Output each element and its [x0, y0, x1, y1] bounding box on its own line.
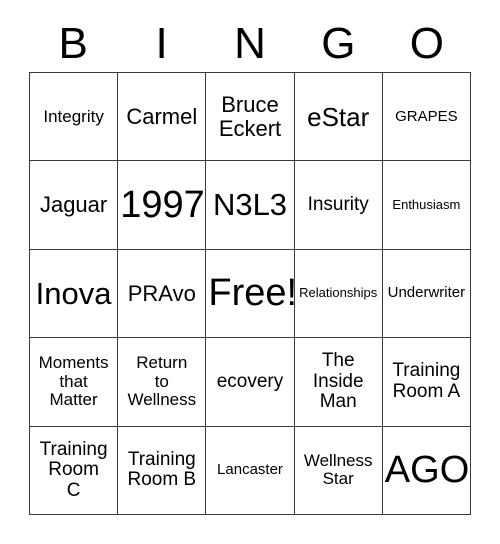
bingo-cell-label: Jaguar — [39, 192, 108, 218]
bingo-free-space-cell[interactable]: Free! — [206, 249, 295, 339]
bingo-cell-label: eStar — [307, 101, 370, 132]
bingo-cell-label: Wellness Star — [303, 450, 373, 489]
bingo-cell[interactable]: Integrity — [30, 73, 119, 162]
bingo-cell-label: Training Room C — [39, 438, 108, 501]
bingo-cell[interactable]: Training Room C — [30, 426, 119, 515]
bingo-cell[interactable]: Wellness Star — [294, 426, 383, 515]
bingo-cell[interactable]: Enthusiasm — [382, 161, 471, 250]
bingo-cell-label: Lancaster — [217, 461, 283, 479]
bingo-cell[interactable]: 1997 — [118, 161, 207, 250]
bingo-cell[interactable]: Inova — [30, 249, 119, 339]
bingo-cell[interactable]: Training Room B — [118, 426, 207, 515]
bingo-cell[interactable]: N3L3 — [206, 161, 295, 250]
bingo-cell-label: 1997 — [120, 183, 205, 226]
bingo-cell-label: Moments that Matter — [38, 353, 109, 410]
bingo-cell-label: N3L3 — [212, 187, 288, 223]
bingo-cell-label: Return to Wellness — [127, 353, 197, 410]
bingo-cell[interactable]: eStar — [294, 73, 383, 162]
bingo-cell[interactable]: Training Room A — [382, 338, 471, 427]
bingo-cell-label: ecovery — [216, 370, 284, 392]
bingo-header-letter-n: N — [234, 19, 266, 68]
bingo-cell[interactable]: PRAvo — [118, 249, 207, 339]
bingo-cell-label: Underwriter — [387, 284, 466, 302]
bingo-cell-label: Relationships — [299, 285, 378, 301]
bingo-cell-label: Bruce Eckert — [218, 91, 282, 141]
bingo-cell-label: The Inside Man — [312, 350, 364, 413]
bingo-header-row: BINGO — [29, 18, 471, 70]
bingo-cell-label: Free! — [208, 271, 295, 314]
bingo-header-letter-i: I — [155, 19, 168, 68]
bingo-cell[interactable]: Return to Wellness — [118, 338, 207, 427]
bingo-cell-label: Integrity — [43, 106, 104, 126]
bingo-cell-label: GRAPES — [395, 107, 458, 125]
bingo-card: B I N G O Integrity Carmel Bruce Eckert eStar GR… — [0, 0, 500, 544]
bingo-cell[interactable]: Lancaster — [206, 426, 295, 515]
bingo-cell[interactable]: Underwriter — [382, 249, 471, 339]
bingo-cell[interactable]: Relationships — [294, 249, 383, 339]
bingo-cell-label: Inova — [35, 275, 112, 311]
bingo-cell[interactable]: GRAPES — [382, 73, 471, 162]
bingo-cell[interactable]: AGO — [382, 426, 471, 515]
bingo-cell[interactable]: Insurity — [294, 161, 383, 250]
bingo-cell-label: Insurity — [307, 193, 369, 215]
bingo-cell[interactable]: Bruce Eckert — [206, 73, 295, 162]
bingo-cell-label: Training Room A — [392, 360, 461, 402]
bingo-cell-label: Enthusiasm — [392, 197, 461, 213]
bingo-cell-label: AGO — [384, 448, 470, 491]
bingo-header-letter-g: G — [321, 19, 356, 68]
bingo-cell[interactable]: Jaguar — [30, 161, 119, 250]
bingo-cell[interactable]: Carmel — [118, 73, 207, 162]
bingo-cell-label: Carmel — [126, 103, 198, 129]
bingo-cell-label: PRAvo — [127, 280, 196, 306]
bingo-cell-label: Training Room B — [127, 448, 197, 491]
bingo-cell[interactable]: The Inside Man — [294, 338, 383, 427]
bingo-cell[interactable]: Moments that Matter — [30, 338, 119, 427]
bingo-grid: Integrity Carmel Bruce Eckert eStar GRAPES Ja… — [29, 72, 471, 515]
bingo-cell[interactable]: ecovery — [206, 338, 295, 427]
bingo-header-letter-o: O — [409, 19, 444, 68]
bingo-header-letter-b: B — [58, 19, 88, 68]
